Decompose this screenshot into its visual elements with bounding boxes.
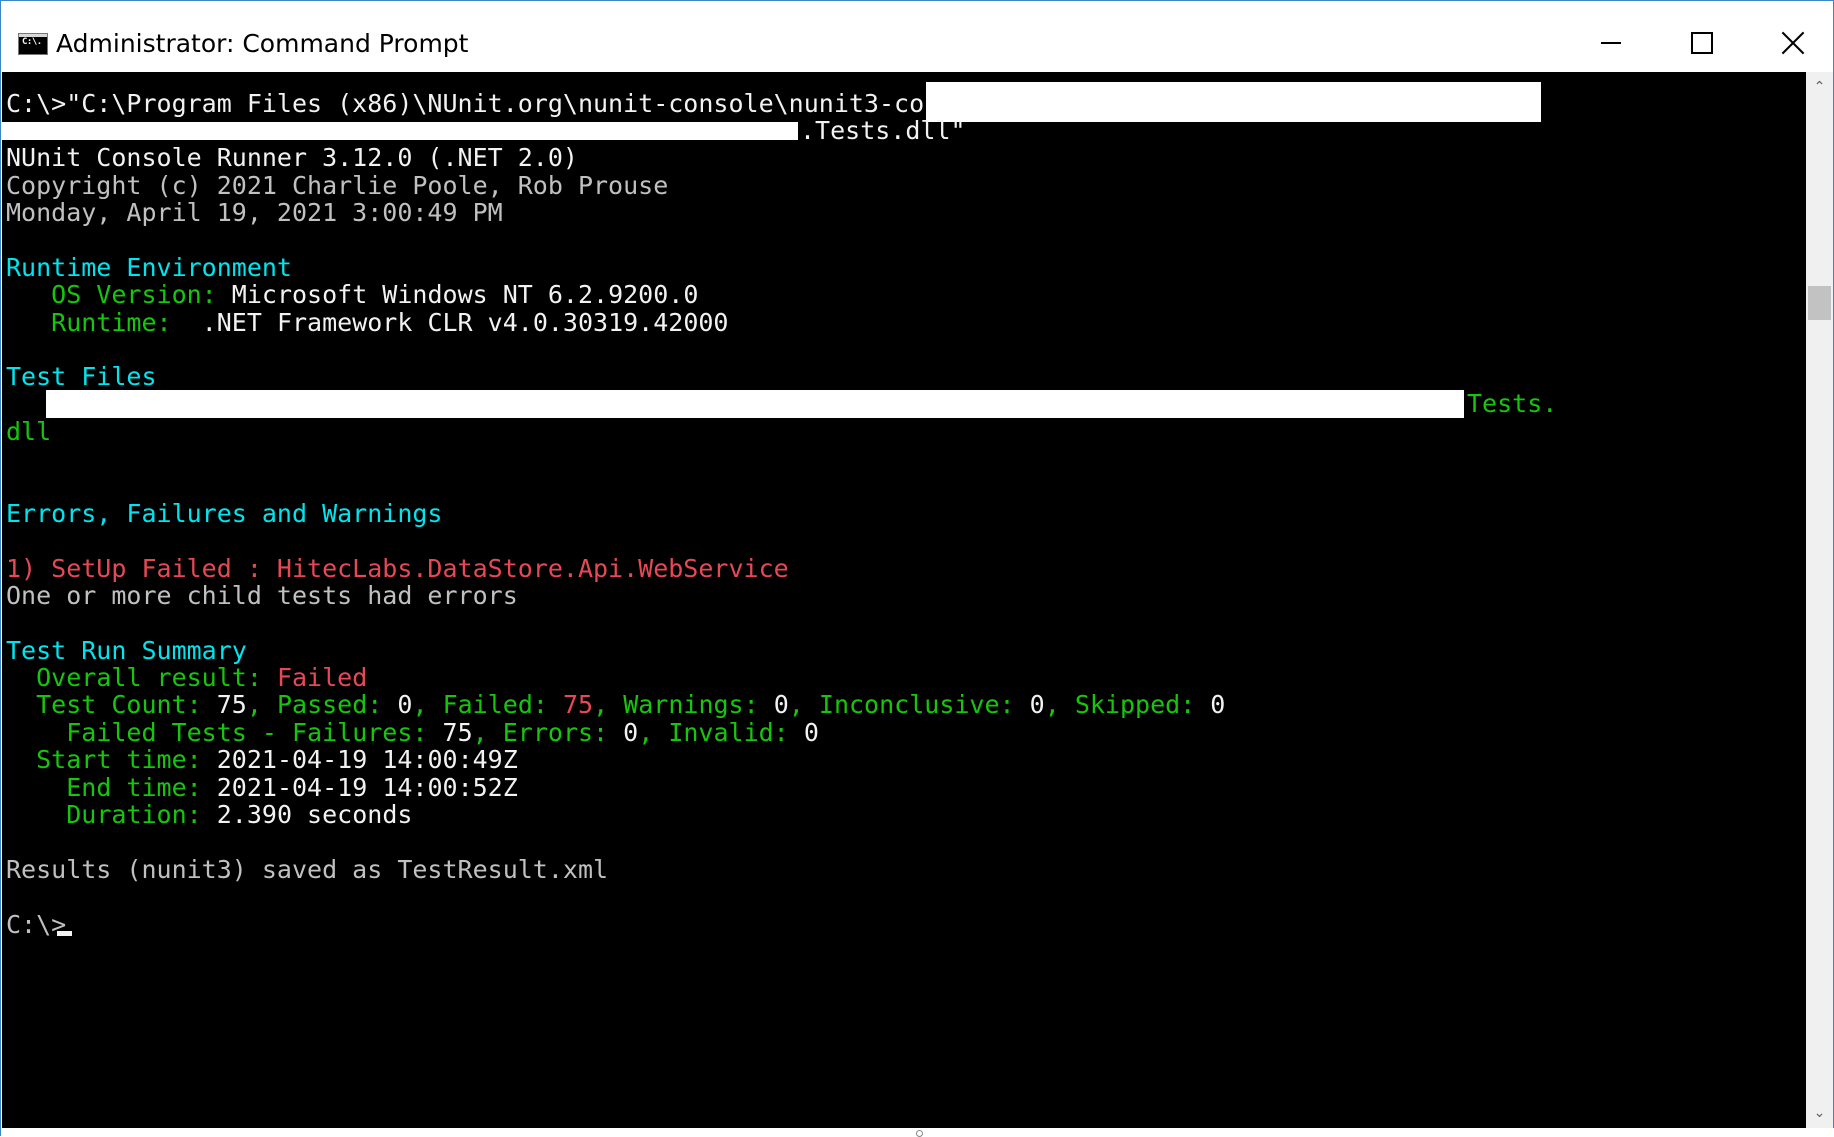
error-detail: One or more child tests had errors (6, 581, 518, 610)
os-version-value: Microsoft Windows NT 6.2.9200.0 (231, 280, 699, 309)
results-saved-line: Results (nunit3) saved as TestResult.xml (6, 855, 609, 884)
skipped-value: 0 (1210, 690, 1226, 719)
warnings-value: 0 (773, 690, 789, 719)
end-time-label: End time: (66, 773, 202, 802)
console-output[interactable]: C:\>"C:\Program Files (x86)\NUnit.org\nu… (2, 72, 1806, 1128)
end-time-value: 2021-04-19 14:00:52Z (216, 773, 518, 802)
command-prompt-window: C:\. Administrator: Command Prompt C:\>"… (0, 0, 1834, 1137)
run-date: Monday, April 19, 2021 3:00:49 PM (6, 198, 503, 227)
invalid-label: Invalid: (668, 718, 789, 747)
skipped-label: Skipped: (1074, 690, 1196, 719)
test-count-label: Test Count: (36, 690, 202, 719)
scroll-down-arrow-icon[interactable]: ⌄ (1806, 1098, 1833, 1128)
errors-header: Errors, Failures and Warnings (6, 499, 443, 528)
failures-value: 75 (442, 718, 473, 747)
redacted-block (926, 82, 1541, 122)
redacted-block (2, 122, 798, 140)
failed-value: 75 (562, 690, 594, 719)
test-count-value: 75 (216, 690, 247, 719)
duration-value: 2.390 seconds (216, 800, 413, 829)
scrollbar-thumb[interactable] (1808, 286, 1831, 320)
overall-result-label: Overall result: (36, 663, 262, 692)
warnings-label: Warnings: (623, 690, 759, 719)
os-version-label: OS Version: (51, 280, 217, 309)
vertical-scrollbar[interactable]: ⌃ ⌄ (1806, 72, 1833, 1128)
passed-value: 0 (397, 690, 413, 719)
maximize-icon (1690, 32, 1713, 54)
test-files-header: Test Files (6, 362, 157, 391)
duration-row: Duration: 2.390 seconds (6, 799, 412, 831)
failures-label: Failed Tests - Failures: (66, 718, 428, 747)
errors-label: Errors: (502, 718, 609, 747)
window-title: Administrator: Command Prompt (56, 29, 469, 58)
test-file-tail: Tests. (1467, 389, 1558, 418)
runtime-row: Runtime: .NET Framework CLR v4.0.30319.4… (6, 307, 728, 339)
test-file-wrap: dll (6, 417, 52, 446)
close-icon (1781, 31, 1805, 55)
inconclusive-value: 0 (1029, 690, 1045, 719)
command-prompt: C:\> (6, 910, 67, 939)
runtime-value: .NET Framework CLR v4.0.30319.42000 (201, 308, 729, 337)
runtime-label: Runtime: (51, 308, 172, 337)
inconclusive-label: Inconclusive: (818, 690, 1015, 719)
redacted-block (46, 390, 1464, 418)
command-line-tail: .Tests.dll" (800, 116, 966, 145)
errors-value: 0 (623, 718, 639, 747)
start-time-label: Start time: (36, 745, 202, 774)
passed-label: Passed: (276, 690, 383, 719)
scroll-up-arrow-icon[interactable]: ⌃ (1806, 72, 1833, 102)
failed-label: Failed: (442, 690, 548, 719)
duration-label: Duration: (66, 800, 202, 829)
text-cursor (57, 931, 72, 936)
invalid-value: 0 (803, 718, 819, 747)
minimize-icon (1600, 42, 1621, 44)
overall-result-value: Failed (276, 663, 368, 692)
start-time-value: 2021-04-19 14:00:49Z (216, 745, 518, 774)
command-prompt-icon[interactable]: C:\. (18, 33, 48, 55)
